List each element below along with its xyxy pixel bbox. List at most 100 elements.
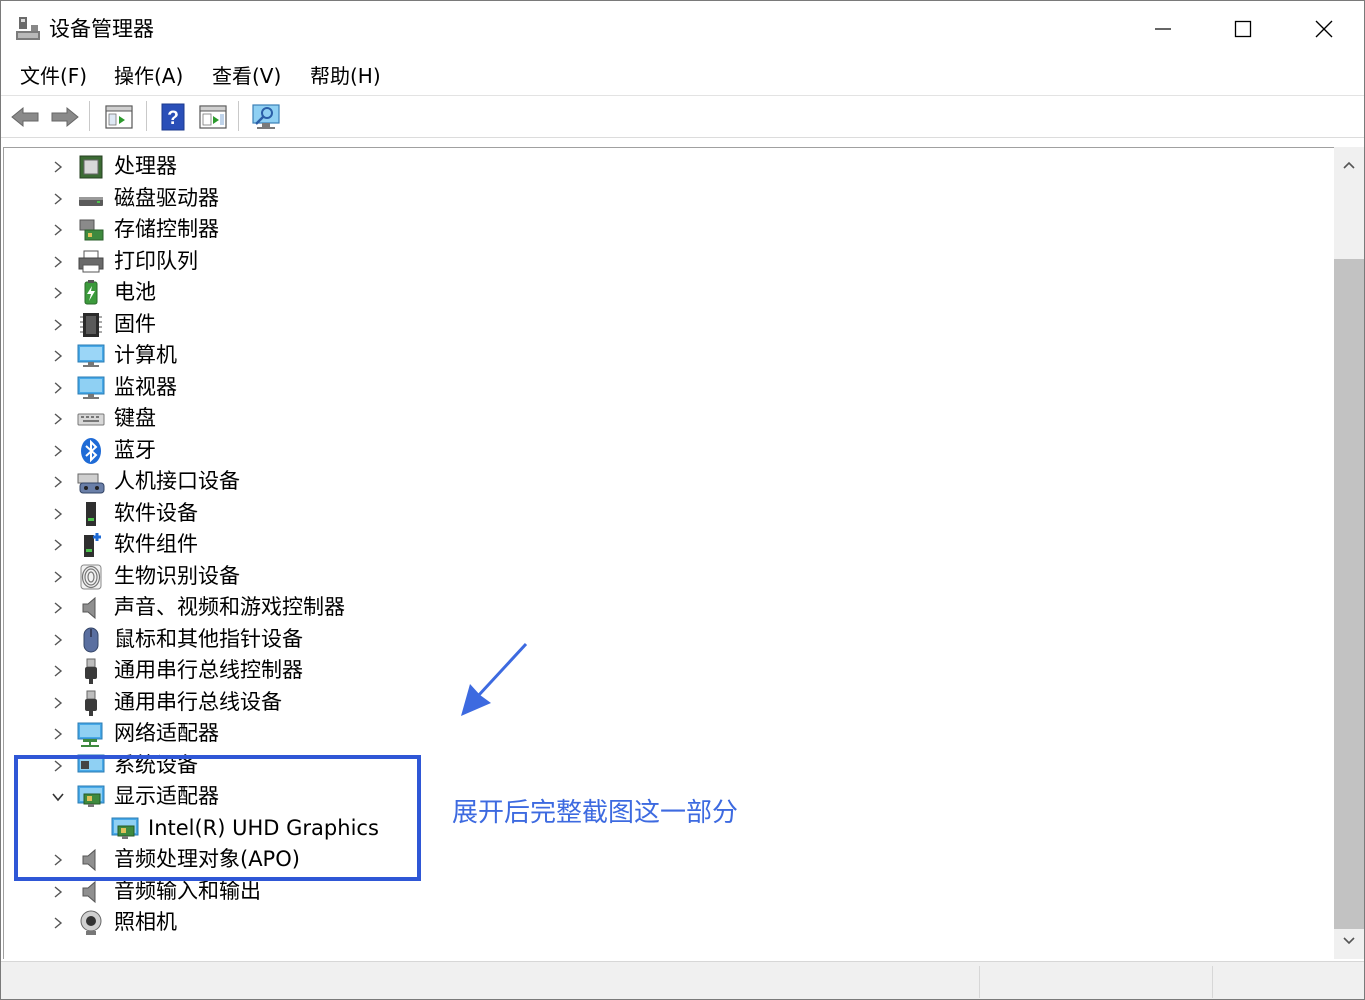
window-title: 设备管理器 [49,17,154,41]
chevron-right-icon[interactable] [50,348,66,364]
tree-item-keyboard[interactable]: 键盘 [4,403,1304,434]
tree-item-label: 人机接口设备 [114,469,240,493]
tree-item-network-adapter[interactable]: 网络适配器 [4,718,1304,749]
battery-icon [84,280,98,305]
tree-item-label: 计算机 [114,343,177,367]
tree-item-mouse[interactable]: 鼠标和其他指针设备 [4,624,1304,655]
computer-icon [77,344,105,367]
tree-item-label: 磁盘驱动器 [114,186,219,210]
chevron-right-icon[interactable] [50,191,66,207]
chevron-right-icon[interactable] [50,663,66,679]
chevron-right-icon[interactable] [50,884,66,900]
toolbar-separator [146,101,147,131]
tree-item-software-device[interactable]: 软件设备 [4,498,1304,529]
tree-item-label: 网络适配器 [114,721,219,745]
view-button[interactable] [196,100,230,134]
menu-help[interactable]: 帮助(H) [310,59,381,95]
keyboard-icon [77,413,105,426]
maximize-button[interactable] [1203,1,1283,57]
annotation-highlight-box [14,755,421,881]
usb-device-icon [85,690,97,716]
tree-item-usb-device[interactable]: 通用串行总线设备 [4,687,1304,718]
tree-item-hid[interactable]: 人机接口设备 [4,466,1304,497]
forward-button[interactable] [48,100,82,134]
hid-icon [77,473,105,494]
toolbar-divider [1,137,1364,138]
tree-item-label: 通用串行总线控制器 [114,658,303,682]
chevron-right-icon[interactable] [50,600,66,616]
storage-controller-icon [79,219,104,241]
chevron-right-icon[interactable] [50,380,66,396]
chevron-right-icon[interactable] [50,222,66,238]
usb-controller-icon [85,658,97,684]
status-divider [979,966,980,998]
tree-item-computer[interactable]: 计算机 [4,340,1304,371]
toolbar-separator [238,101,239,131]
tree-item-firmware[interactable]: 固件 [4,309,1304,340]
tree-item-sound-video-game[interactable]: 声音、视频和游戏控制器 [4,592,1304,623]
chevron-right-icon[interactable] [50,537,66,553]
toolbar: ? [1,97,1364,137]
tree-item-battery[interactable]: 电池 [4,277,1304,308]
minimize-button[interactable] [1123,1,1203,57]
chevron-right-icon[interactable] [50,474,66,490]
scroll-up-button[interactable] [1334,147,1364,183]
camera-icon [80,910,102,935]
menu-file[interactable]: 文件(F) [20,59,87,95]
chevron-right-icon[interactable] [50,726,66,742]
tree-item-label: 打印队列 [114,249,198,273]
scan-hardware-icon [252,104,280,129]
chevron-right-icon[interactable] [50,695,66,711]
menu-bar: 文件(F) 操作(A) 查看(V) 帮助(H) [1,59,1364,95]
chevron-right-icon[interactable] [50,411,66,427]
chevron-right-icon[interactable] [50,915,66,931]
tree-item-processor[interactable]: 处理器 [4,151,1304,182]
tree-item-label: 蓝牙 [114,438,156,462]
scroll-down-button[interactable] [1334,923,1364,959]
menu-view[interactable]: 查看(V) [212,59,281,95]
back-button[interactable] [8,100,42,134]
tree-item-camera[interactable]: 照相机 [4,907,1304,938]
software-component-icon [84,533,101,557]
tree-item-monitor[interactable]: 监视器 [4,372,1304,403]
scan-hardware-button[interactable] [250,100,284,134]
tree-item-label: 软件设备 [114,501,198,525]
properties-icon [105,105,133,129]
chevron-right-icon[interactable] [50,254,66,270]
menu-action[interactable]: 操作(A) [114,59,183,95]
bluetooth-icon [81,438,101,464]
tree-item-label: 鼠标和其他指针设备 [114,627,303,651]
tree-item-label: 软件组件 [114,532,198,556]
tree-item-biometric[interactable]: 生物识别设备 [4,561,1304,592]
annotation-arrow-icon [461,642,528,716]
tree-item-software-component[interactable]: 软件组件 [4,529,1304,560]
title-bar: 设备管理器 [1,1,1364,57]
scrollbar-thumb[interactable] [1334,259,1364,929]
chevron-right-icon[interactable] [50,632,66,648]
network-adapter-icon [77,722,103,747]
chevron-right-icon[interactable] [50,569,66,585]
tree-item-label: 存储控制器 [114,217,219,241]
help-button[interactable]: ? [156,100,190,134]
tree-item-label: 声音、视频和游戏控制器 [114,595,345,619]
tree-item-usb-controller[interactable]: 通用串行总线控制器 [4,655,1304,686]
vertical-scrollbar[interactable] [1334,147,1364,959]
view-icon [199,105,227,129]
chevron-right-icon[interactable] [50,506,66,522]
chevron-right-icon[interactable] [50,317,66,333]
tree-item-disk-drive[interactable]: 磁盘驱动器 [4,183,1304,214]
audio-io-icon [82,880,96,904]
tree-item-label: 固件 [114,312,156,336]
back-icon [11,106,39,128]
close-button[interactable] [1284,1,1364,57]
tree-item-label: 照相机 [114,910,177,934]
chevron-right-icon[interactable] [50,443,66,459]
tree-item-storage-controller[interactable]: 存储控制器 [4,214,1304,245]
properties-button[interactable] [102,100,136,134]
tree-item-bluetooth[interactable]: 蓝牙 [4,435,1304,466]
tree-item-label: 电池 [114,280,156,304]
tree-item-print-queue[interactable]: 打印队列 [4,246,1304,277]
chevron-right-icon[interactable] [50,159,66,175]
chevron-right-icon[interactable] [50,285,66,301]
monitor-icon [77,376,105,399]
